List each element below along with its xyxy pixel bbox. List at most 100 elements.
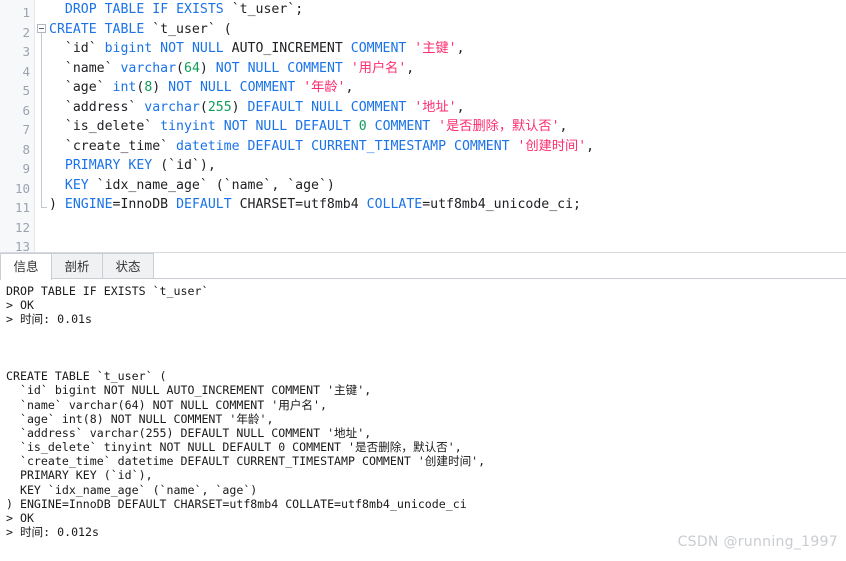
code-token-kw: COMMENT	[454, 139, 510, 154]
code-line[interactable]	[49, 215, 846, 235]
code-token-pl: (	[176, 61, 184, 76]
tab-0[interactable]: 信息	[0, 253, 52, 280]
result-line: PRIMARY KEY (`id`),	[0, 468, 846, 482]
code-token-pl	[303, 100, 311, 115]
code-token-kw: COMMENT	[240, 80, 296, 95]
result-line: ) ENGINE=InnoDB DEFAULT CHARSET=utf8mb4 …	[0, 497, 846, 511]
code-token-kw: NOT	[224, 119, 248, 134]
code-token-pl	[367, 119, 375, 134]
code-line[interactable]: DROP TABLE IF EXISTS `t_user`;	[49, 0, 846, 20]
code-token-pl: `t_user`;	[224, 2, 303, 17]
result-message-panel[interactable]: DROP TABLE IF EXISTS `t_user` > OK > 时间: 0…	[0, 279, 846, 561]
code-token-str: '创建时间'	[518, 139, 587, 154]
code-token-kw: CREATE	[49, 22, 97, 37]
code-token-pl: `address`	[49, 100, 144, 115]
line-number: 9	[0, 159, 30, 179]
line-number: 13	[0, 237, 30, 252]
code-token-kw: NULL	[311, 100, 343, 115]
line-number: 6	[0, 101, 30, 121]
code-token-pl: `age`	[49, 80, 113, 95]
code-token-pl: `is_delete`	[49, 119, 160, 134]
line-number: 8	[0, 140, 30, 160]
code-token-kw: KEY	[128, 158, 152, 173]
code-token-str: '用户名'	[351, 61, 406, 76]
line-number: 3	[0, 42, 30, 62]
code-token-kw: COMMENT	[351, 41, 407, 56]
result-line: `create_time` datetime DEFAULT CURRENT_T…	[0, 454, 846, 468]
code-token-pl: ,	[457, 100, 465, 115]
code-token-pl: AUTO_INCREMENT	[224, 41, 351, 56]
code-token-kw: TABLE	[105, 2, 145, 17]
code-line[interactable]	[49, 234, 846, 252]
code-token-pl: ,	[586, 139, 594, 154]
sql-editor-pane[interactable]: 12345678910111213 DROP TABLE IF EXISTS `…	[0, 0, 846, 252]
tab-1[interactable]: 剖析	[51, 253, 103, 279]
result-blank-line	[0, 327, 846, 341]
result-line: > OK	[0, 511, 846, 525]
code-token-pl	[97, 2, 105, 17]
code-token-pl	[216, 119, 224, 134]
code-token-kw: PRIMARY	[65, 158, 121, 173]
code-line[interactable]: ) ENGINE=InnoDB DEFAULT CHARSET=utf8mb4 …	[49, 195, 846, 215]
result-line: DROP TABLE IF EXISTS `t_user`	[0, 284, 846, 298]
result-line: CREATE TABLE `t_user` (	[0, 369, 846, 383]
code-line[interactable]: `age` int(8) NOT NULL COMMENT '年龄',	[49, 78, 846, 98]
code-line[interactable]: `id` bigint NOT NULL AUTO_INCREMENT COMM…	[49, 39, 846, 59]
code-line[interactable]: `create_time` datetime DEFAULT CURRENT_T…	[49, 137, 846, 157]
fold-range-end	[41, 207, 47, 208]
code-token-kw: DEFAULT	[248, 139, 304, 154]
code-line[interactable]: `name` varchar(64) NOT NULL COMMENT '用户名…	[49, 59, 846, 79]
code-line[interactable]: CREATE TABLE `t_user` (	[49, 20, 846, 40]
code-token-pl	[192, 80, 200, 95]
code-line[interactable]: KEY `idx_name_age` (`name`, `age`)	[49, 176, 846, 196]
code-token-kw: DEFAULT	[176, 197, 232, 212]
line-number: 4	[0, 62, 30, 82]
code-token-str: '年龄'	[303, 80, 345, 95]
code-token-pl: ,	[345, 80, 353, 95]
code-token-num: 0	[359, 119, 367, 134]
collapse-fold-icon[interactable]	[37, 24, 46, 33]
code-token-kw: varchar	[144, 100, 200, 115]
code-token-pl	[343, 100, 351, 115]
code-token-kw: tinyint	[160, 119, 216, 134]
code-token-kw: NOT	[160, 41, 184, 56]
code-token-kw: NOT	[216, 61, 240, 76]
code-token-kw: CURRENT_TIMESTAMP	[311, 139, 446, 154]
tab-label: 剖析	[64, 259, 89, 274]
code-token-pl	[49, 2, 65, 17]
line-number: 10	[0, 179, 30, 199]
code-token-pl	[343, 61, 351, 76]
tab-2[interactable]: 状态	[102, 253, 154, 279]
code-token-pl	[240, 139, 248, 154]
code-token-num: 255	[208, 100, 232, 115]
tab-label: 信息	[13, 259, 38, 274]
code-line[interactable]: PRIMARY KEY (`id`),	[49, 156, 846, 176]
code-token-str: '是否删除，默认否'	[438, 119, 559, 134]
code-token-kw: ENGINE	[65, 197, 113, 212]
code-token-kw: DROP	[65, 2, 97, 17]
code-line[interactable]: `is_delete` tinyint NOT NULL DEFAULT 0 C…	[49, 117, 846, 137]
code-token-kw: DEFAULT	[248, 100, 304, 115]
result-line: > 时间: 0.01s	[0, 312, 846, 326]
sql-code-text[interactable]: DROP TABLE IF EXISTS `t_user`;CREATE TAB…	[49, 0, 846, 252]
code-token-pl	[351, 119, 359, 134]
code-token-pl	[97, 22, 105, 37]
code-token-kw: NULL	[200, 80, 232, 95]
code-token-pl: `name`	[49, 61, 120, 76]
code-token-kw: varchar	[120, 61, 176, 76]
code-token-kw: NULL	[255, 119, 287, 134]
code-line[interactable]: `address` varchar(255) DEFAULT NULL COMM…	[49, 98, 846, 118]
code-token-pl: CHARSET=utf8mb4	[232, 197, 367, 212]
code-token-kw: EXISTS	[176, 2, 224, 17]
code-token-pl: ,	[406, 61, 414, 76]
line-number: 5	[0, 81, 30, 101]
code-token-pl	[232, 80, 240, 95]
code-token-pl: `t_user` (	[144, 22, 231, 37]
code-token-pl: (`id`),	[152, 158, 216, 173]
code-fold-column[interactable]	[35, 0, 49, 252]
result-tab-bar[interactable]: 信息 剖析状态	[0, 253, 846, 279]
code-token-kw: NOT	[168, 80, 192, 95]
code-token-str: '主键'	[414, 41, 456, 56]
code-token-kw: TABLE	[105, 22, 145, 37]
result-line: `id` bigint NOT NULL AUTO_INCREMENT COMM…	[0, 383, 846, 397]
